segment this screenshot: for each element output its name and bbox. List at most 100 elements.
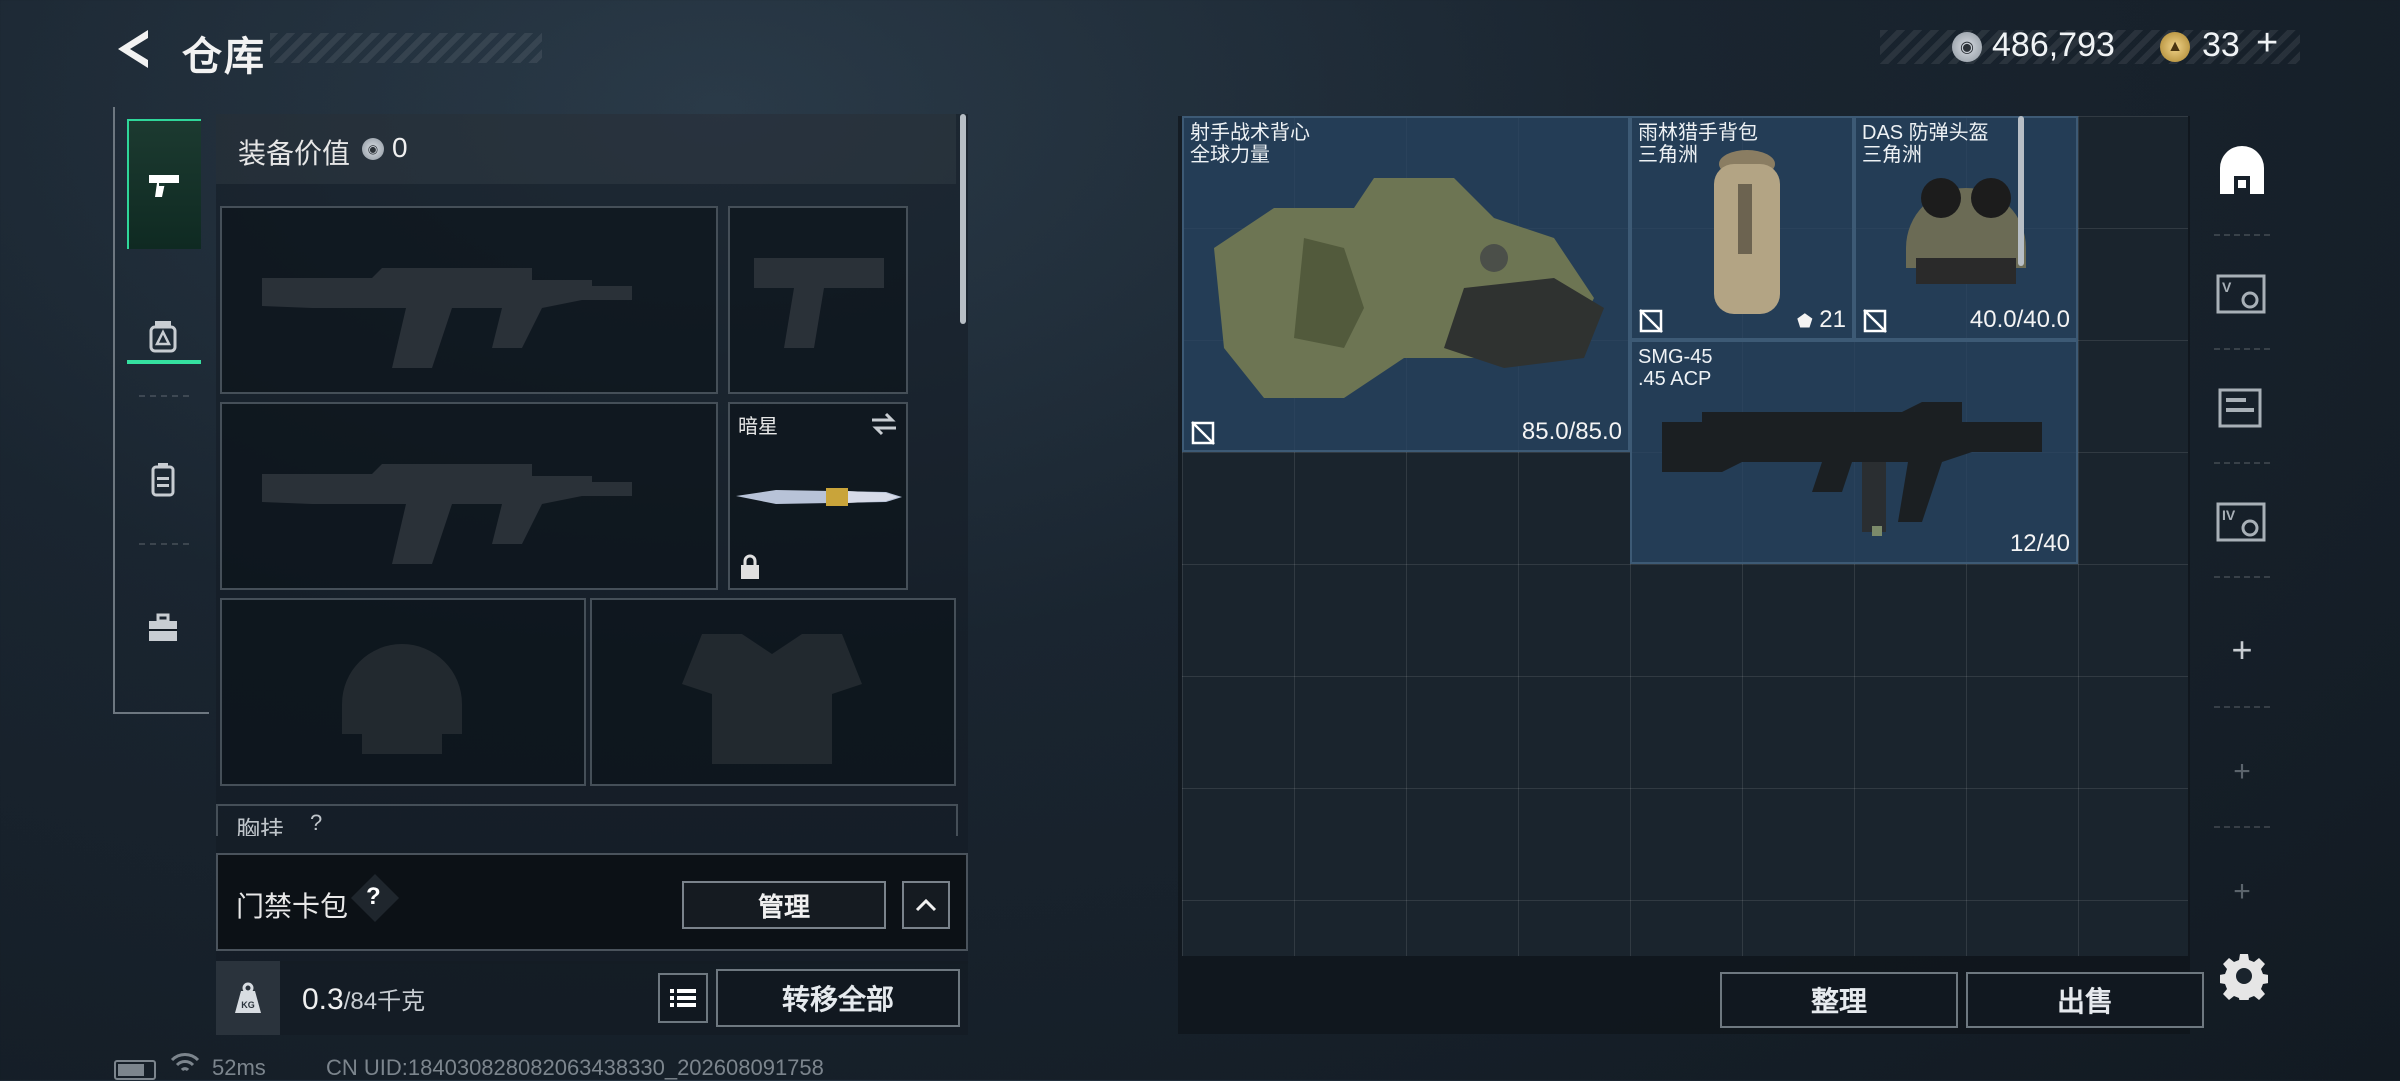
item-name: 射手战术背心 全球力量 bbox=[1190, 122, 1310, 166]
swap-icon[interactable] bbox=[870, 412, 898, 436]
chest-rig-slot[interactable]: 胸挂 ? bbox=[216, 804, 958, 836]
divider bbox=[2214, 462, 2270, 464]
backpack-image-icon bbox=[1714, 150, 1780, 314]
rifle-silhouette-icon bbox=[262, 464, 632, 564]
divider bbox=[2214, 234, 2270, 236]
svg-text:V: V bbox=[2222, 279, 2232, 295]
container-v-icon: V bbox=[2216, 274, 2266, 314]
add-container-button-disabled: + bbox=[2233, 755, 2251, 788]
vest-silhouette-icon bbox=[682, 634, 862, 764]
divider bbox=[2214, 706, 2270, 708]
manage-button[interactable]: 管理 bbox=[682, 881, 886, 929]
silver-coin-icon: ◉ bbox=[362, 138, 384, 160]
stash-item-helmet[interactable]: DAS 防弹头盔 三角洲 40.0/40.0 bbox=[1854, 116, 2078, 340]
divider bbox=[139, 543, 189, 545]
vest-image-icon bbox=[1214, 178, 1604, 398]
battery-fill bbox=[118, 1064, 144, 1076]
sort-button[interactable]: 整理 bbox=[1720, 972, 1958, 1028]
tab-tools[interactable] bbox=[127, 557, 199, 697]
silver-coin-icon: ◉ bbox=[1952, 32, 1982, 62]
equipment-value-label: 装备价值 bbox=[238, 138, 351, 169]
helmet-slot[interactable] bbox=[220, 598, 586, 786]
item-durability: 85.0/85.0 bbox=[1521, 418, 1622, 445]
weight-bar: KG 0.3/84千克 转移全部 bbox=[216, 961, 968, 1035]
help-icon-glyph: ? bbox=[366, 883, 381, 910]
rifle-silhouette-icon bbox=[262, 268, 632, 368]
uid-text: CN UID:184030828082063438330_20260809175… bbox=[326, 1055, 824, 1080]
backpack-icon bbox=[151, 463, 175, 497]
transfer-all-button[interactable]: 转移全部 bbox=[716, 969, 960, 1027]
kg-weight-icon: KG bbox=[216, 961, 280, 1035]
weight-max: /84千克 bbox=[343, 988, 426, 1015]
secondary-weapon-slot[interactable] bbox=[220, 402, 718, 590]
toolbox-icon bbox=[149, 613, 177, 641]
keycard-bar: 门禁卡包 ? 管理 bbox=[216, 853, 968, 951]
container-iv-icon: IV bbox=[2216, 502, 2266, 542]
melee-slot[interactable]: 暗星 bbox=[728, 402, 908, 590]
expand-button[interactable] bbox=[902, 881, 950, 929]
stash-panel: 射手战术背心 全球力量 85.0/85.0 雨林猎手背包 三角洲 ⬟ 21 DAS … bbox=[1178, 116, 2190, 1034]
divider bbox=[2214, 826, 2270, 828]
tab-container-iv[interactable]: IV bbox=[2202, 472, 2282, 572]
stash-nav: V IV + + + bbox=[2202, 116, 2282, 956]
stash-scrollbar[interactable] bbox=[2018, 116, 2024, 266]
ping-text: 52ms bbox=[212, 1055, 266, 1080]
stash-item-backpack[interactable]: 雨林猎手背包 三角洲 ⬟ 21 bbox=[1630, 116, 1854, 340]
pistol-icon bbox=[149, 175, 179, 197]
equipment-scrollbar[interactable] bbox=[960, 114, 966, 324]
chest-rig-count: ? bbox=[310, 810, 323, 835]
gear-icon[interactable] bbox=[2220, 952, 2268, 1000]
weight-current: 0.3 bbox=[302, 983, 344, 1016]
weight-value: 0.3/84千克 bbox=[302, 981, 425, 1017]
add-gold-button[interactable]: + bbox=[2256, 22, 2278, 65]
gold-balance: 33 bbox=[2202, 26, 2240, 64]
primary-weapon-slot[interactable] bbox=[220, 206, 718, 394]
add-container-button[interactable]: + bbox=[2202, 600, 2282, 700]
page-title: 仓库 bbox=[182, 35, 266, 79]
kg-text: KG bbox=[241, 1000, 255, 1010]
equipment-value: 0 bbox=[392, 132, 408, 163]
category-nav bbox=[113, 107, 209, 714]
item-capacity: ⬟ 21 bbox=[1796, 306, 1846, 333]
battery-icon bbox=[114, 1060, 156, 1080]
list-view-button[interactable] bbox=[658, 973, 708, 1023]
container-icon bbox=[2218, 388, 2262, 428]
smg-image-icon bbox=[1662, 402, 2042, 536]
armor-slot[interactable] bbox=[590, 598, 956, 786]
chevron-up-icon bbox=[915, 898, 937, 912]
add-container-button-disabled: + bbox=[2233, 875, 2251, 908]
tab-container-v[interactable]: V bbox=[2202, 244, 2282, 344]
equipment-value-header: 装备价值 ◉ 0 bbox=[216, 114, 956, 184]
chest-rig-label: 胸挂 bbox=[236, 817, 284, 836]
shelter-icon bbox=[2220, 146, 2264, 194]
tab-backpack[interactable] bbox=[127, 409, 199, 549]
equipment-panel: 装备价值 ◉ 0 暗星 胸挂 ? bbox=[216, 114, 968, 964]
item-durability: 40.0/40.0 bbox=[1969, 306, 2070, 333]
tab-gear[interactable] bbox=[127, 265, 199, 405]
sell-button[interactable]: 出售 bbox=[1966, 972, 2204, 1028]
svg-text:IV: IV bbox=[2222, 507, 2236, 523]
no-insure-icon bbox=[1191, 421, 1215, 445]
lock-icon bbox=[741, 554, 759, 579]
stash-grid[interactable]: 射手战术背心 全球力量 85.0/85.0 雨林猎手背包 三角洲 ⬟ 21 DAS … bbox=[1182, 116, 2188, 956]
keycard-label: 门禁卡包 bbox=[236, 891, 349, 922]
helmet-silhouette-icon bbox=[342, 644, 462, 754]
divider bbox=[2214, 576, 2270, 578]
item-ammo: 12/40 bbox=[2009, 530, 2070, 557]
knife-name: 暗星 bbox=[738, 416, 778, 438]
gold-coin-icon: ▲ bbox=[2160, 32, 2190, 62]
grenade-icon bbox=[149, 321, 177, 353]
sidearm-slot[interactable] bbox=[728, 206, 908, 394]
stash-item-smg[interactable]: SMG-45.45 ACP 12/40 bbox=[1630, 340, 2078, 564]
backpack-icon: ⬟ bbox=[1796, 311, 1813, 331]
stash-item-vest[interactable]: 射手战术背心 全球力量 85.0/85.0 bbox=[1182, 116, 1630, 452]
tab-shelter[interactable] bbox=[2202, 122, 2282, 222]
title-decoration bbox=[270, 33, 542, 63]
coin-balance: 486,793 bbox=[1992, 26, 2115, 64]
divider bbox=[2214, 348, 2270, 350]
tab-container-2[interactable] bbox=[2202, 358, 2282, 458]
wifi-icon bbox=[170, 1052, 200, 1080]
knife-image-icon bbox=[736, 488, 902, 506]
tab-weapons[interactable] bbox=[127, 119, 201, 249]
back-arrow-icon[interactable] bbox=[112, 26, 158, 72]
